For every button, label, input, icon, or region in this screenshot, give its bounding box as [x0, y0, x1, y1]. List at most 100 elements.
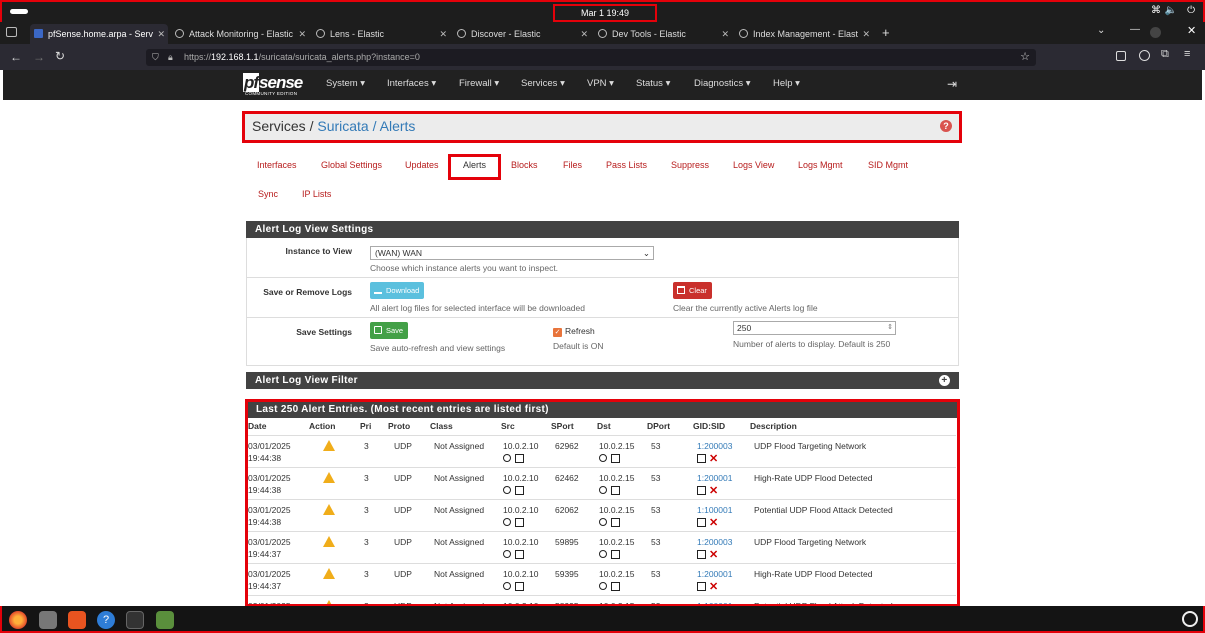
sid-link[interactable]: 1:100001: [697, 505, 732, 515]
tab-discover[interactable]: Discover - Elastic ✕: [453, 24, 591, 44]
sid-link[interactable]: 1:100001: [697, 601, 732, 606]
menu-firewall[interactable]: Firewall ▾: [459, 70, 499, 100]
minimize-button[interactable]: —: [1130, 24, 1140, 35]
new-tab-button[interactable]: +: [882, 25, 890, 40]
add-suppress-icon[interactable]: [697, 485, 706, 495]
alert-count-input[interactable]: 250 ⇕: [733, 321, 896, 335]
tab-files[interactable]: Files: [563, 160, 582, 170]
help-icon[interactable]: ?: [940, 120, 952, 132]
add-icon[interactable]: [611, 517, 620, 527]
col-src[interactable]: Src: [501, 418, 551, 435]
add-suppress-icon[interactable]: [697, 453, 706, 463]
pfsense-logo[interactable]: pfsense COMMUNITY EDITION: [243, 73, 303, 96]
tab-ip-lists[interactable]: IP Lists: [302, 189, 331, 199]
tab-logs-mgmt[interactable]: Logs Mgmt: [798, 160, 843, 170]
search-icon[interactable]: [599, 582, 607, 591]
forward-icon[interactable]: →: [33, 50, 45, 64]
tab-logs-view[interactable]: Logs View: [733, 160, 774, 170]
disable-rule-icon[interactable]: ✕: [709, 484, 718, 496]
clear-button[interactable]: Clear: [673, 282, 712, 299]
disable-rule-icon[interactable]: ✕: [709, 548, 718, 560]
reload-icon[interactable]: ↻: [55, 49, 65, 63]
tab-sid-mgmt[interactable]: SID Mgmt: [868, 160, 908, 170]
search-icon[interactable]: [503, 518, 511, 527]
add-icon[interactable]: [515, 581, 524, 591]
tab-updates[interactable]: Updates: [405, 160, 439, 170]
logout-icon[interactable]: ⇥: [947, 77, 957, 91]
network-icon[interactable]: ⌘: [1151, 5, 1161, 16]
add-icon[interactable]: [515, 549, 524, 559]
add-icon[interactable]: [515, 485, 524, 495]
instance-select[interactable]: (WAN) WAN ⌄: [370, 246, 654, 260]
hamburger-menu-icon[interactable]: ≡: [1184, 48, 1190, 60]
col-proto[interactable]: Proto: [388, 418, 430, 435]
search-icon[interactable]: [503, 582, 511, 591]
account-icon[interactable]: [1139, 50, 1150, 61]
download-button[interactable]: Download: [370, 282, 425, 299]
col-description[interactable]: Description: [750, 418, 956, 435]
search-icon[interactable]: [599, 518, 607, 527]
refresh-checkbox[interactable]: ✓: [553, 328, 562, 337]
disable-rule-icon[interactable]: ✕: [709, 580, 718, 592]
search-icon[interactable]: [503, 454, 511, 463]
firefox-icon[interactable]: [9, 611, 27, 629]
close-window-button[interactable]: ✕: [1187, 24, 1196, 37]
lock-icon[interactable]: 🔒︎: [168, 49, 173, 66]
close-icon[interactable]: ✕: [580, 24, 588, 44]
add-icon[interactable]: [515, 517, 524, 527]
menu-vpn[interactable]: VPN ▾: [587, 70, 614, 100]
menu-help[interactable]: Help ▾: [773, 70, 800, 100]
back-icon[interactable]: ←: [10, 50, 22, 64]
col-action[interactable]: Action: [309, 418, 360, 435]
close-icon[interactable]: ✕: [862, 24, 870, 44]
tab-suppress[interactable]: Suppress: [671, 160, 709, 170]
search-icon[interactable]: [599, 454, 607, 463]
add-icon[interactable]: [611, 549, 620, 559]
search-icon[interactable]: [503, 550, 511, 559]
sid-link[interactable]: 1:200001: [697, 473, 732, 483]
filter-panel-heading[interactable]: Alert Log View Filter +: [246, 372, 959, 389]
col-sport[interactable]: SPort: [551, 418, 597, 435]
close-icon[interactable]: ✕: [721, 24, 729, 44]
activities-indicator[interactable]: [10, 9, 28, 14]
add-icon[interactable]: [611, 485, 620, 495]
add-icon[interactable]: [611, 581, 620, 591]
close-icon[interactable]: ✕: [439, 24, 447, 44]
show-apps-icon[interactable]: [1182, 611, 1198, 627]
app-center-icon[interactable]: [68, 611, 86, 629]
add-suppress-icon[interactable]: [697, 517, 706, 527]
bookmark-star-icon[interactable]: ☆: [1020, 49, 1030, 66]
col-class[interactable]: Class: [430, 418, 501, 435]
spinner-icon[interactable]: ⇕: [887, 322, 893, 334]
search-icon[interactable]: [599, 486, 607, 495]
clock[interactable]: Mar 1 19:49: [553, 4, 657, 22]
add-icon[interactable]: [515, 453, 524, 463]
col-dport[interactable]: DPort: [647, 418, 693, 435]
pocket-icon[interactable]: [1116, 51, 1126, 61]
volume-icon[interactable]: 🔈: [1165, 5, 1177, 16]
tab-index-management[interactable]: Index Management - Elast ✕: [735, 24, 873, 44]
col-dst[interactable]: Dst: [597, 418, 647, 435]
tab-blocks[interactable]: Blocks: [511, 160, 538, 170]
menu-system[interactable]: System ▾: [326, 70, 365, 100]
files-icon[interactable]: [39, 611, 57, 629]
search-icon[interactable]: [599, 550, 607, 559]
breadcrumb-suricata[interactable]: Suricata /: [317, 118, 376, 134]
tab-overview-icon[interactable]: [6, 27, 17, 37]
power-icon[interactable]: ⏻: [1187, 5, 1195, 16]
col-gid-sid[interactable]: GID:SID: [693, 418, 750, 435]
sid-link[interactable]: 1:200003: [697, 441, 732, 451]
address-bar[interactable]: ⛉ 🔒︎ https://192.168.1.1/suricata/surica…: [146, 49, 1036, 66]
sid-link[interactable]: 1:200003: [697, 537, 732, 547]
add-icon[interactable]: [611, 453, 620, 463]
menu-diagnostics[interactable]: Diagnostics ▾: [694, 70, 751, 100]
tab-list-chevron-icon[interactable]: ⌄: [1097, 25, 1105, 36]
tab-interfaces[interactable]: Interfaces: [257, 160, 297, 170]
sid-link[interactable]: 1:200001: [697, 569, 732, 579]
trash-icon[interactable]: [156, 611, 174, 629]
terminal-icon[interactable]: [126, 611, 144, 629]
menu-status[interactable]: Status ▾: [636, 70, 670, 100]
tab-global-settings[interactable]: Global Settings: [321, 160, 382, 170]
tab-dev-tools[interactable]: Dev Tools - Elastic ✕: [594, 24, 732, 44]
help-icon[interactable]: ?: [97, 611, 115, 629]
